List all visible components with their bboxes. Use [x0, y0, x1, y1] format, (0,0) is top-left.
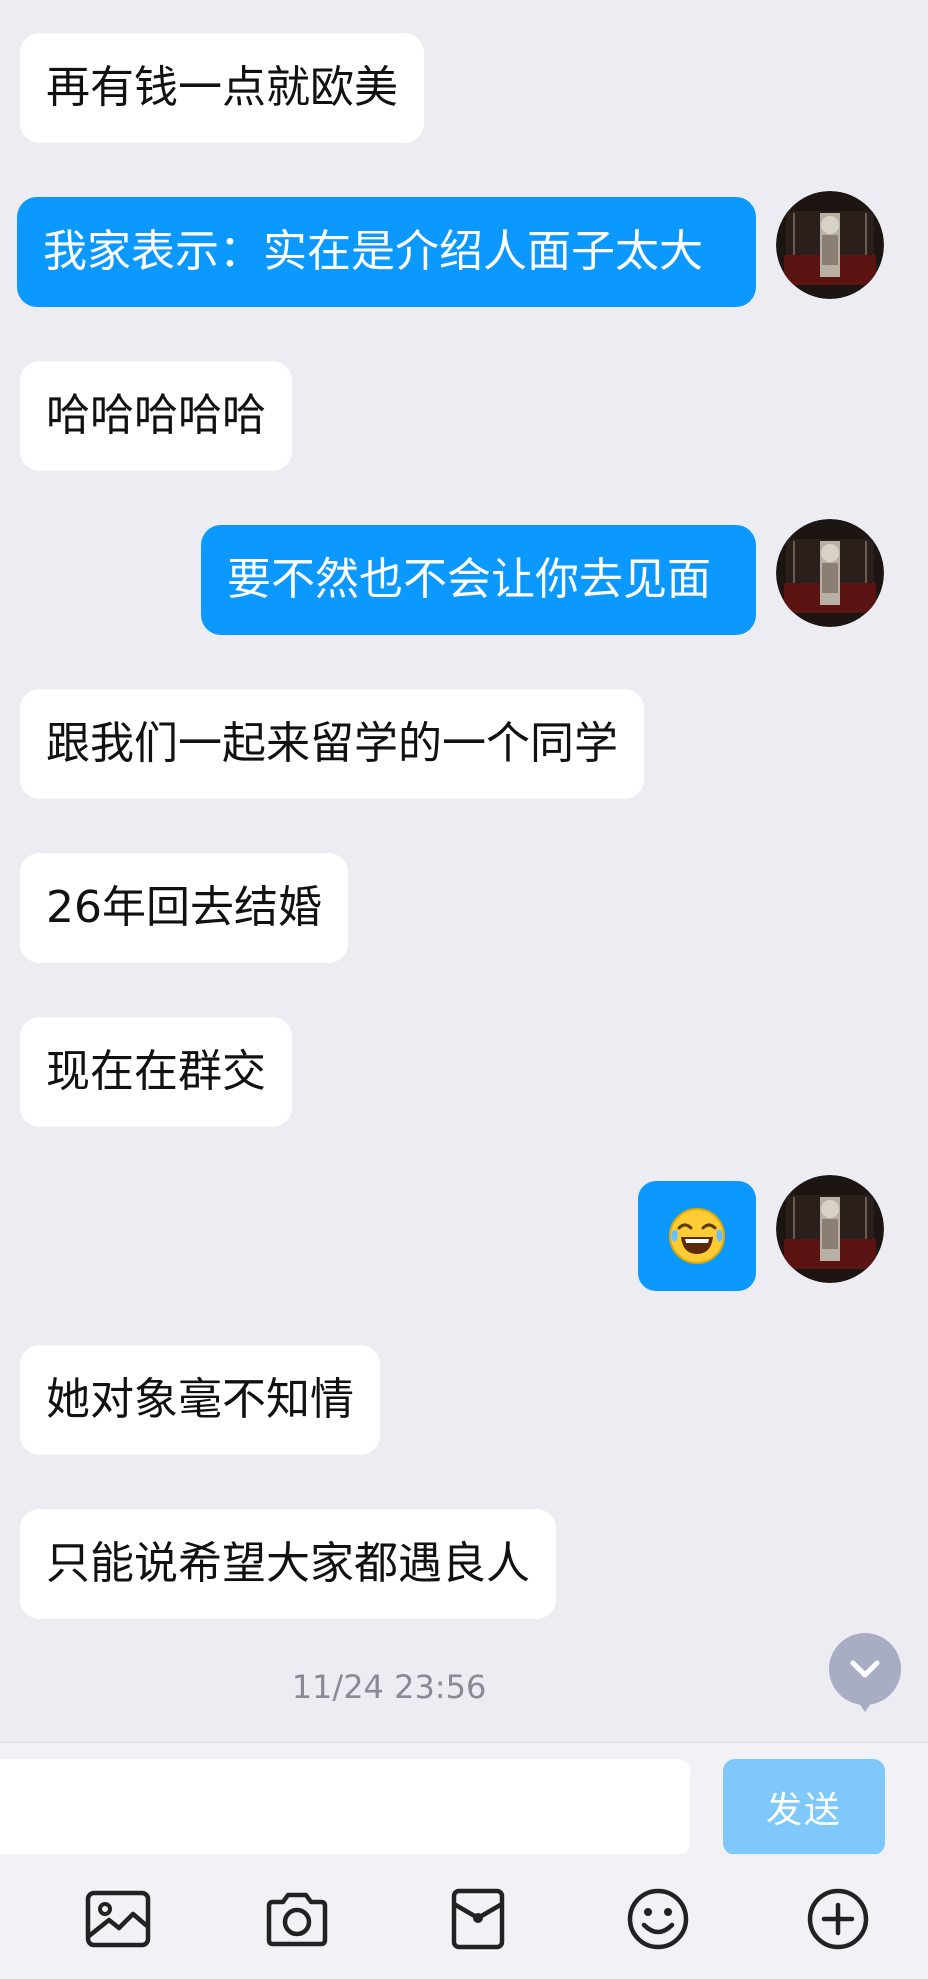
plus-icon [807, 1888, 869, 1950]
message-incoming: 再有钱一点就欧美 [20, 33, 424, 143]
image-icon [85, 1890, 151, 1948]
message-bubble[interactable]: 她对象毫不知情 [20, 1345, 380, 1455]
message-incoming: 跟我们一起来留学的一个同学 [20, 689, 644, 799]
message-bubble[interactable]: 跟我们一起来留学的一个同学 [20, 689, 644, 799]
message-timestamp: 11/24 23:56 [291, 1668, 487, 1706]
send-button[interactable]: 发送 [723, 1759, 885, 1855]
message-incoming: 现在在群交 [20, 1017, 292, 1127]
laughing-tears-emoji-icon [669, 1208, 725, 1264]
emoji-message-bubble[interactable] [638, 1181, 756, 1291]
composer-bar: 发送 [0, 1742, 928, 1855]
composer-toolbar [0, 1854, 928, 1979]
user-avatar[interactable] [776, 191, 884, 299]
message-bubble[interactable]: 哈哈哈哈哈 [20, 361, 292, 471]
message-outgoing: 要不然也不会让你去见面 [201, 525, 756, 635]
image-button[interactable] [83, 1884, 153, 1954]
message-incoming: 哈哈哈哈哈 [20, 361, 292, 471]
camera-icon [266, 1892, 328, 1947]
message-incoming: 她对象毫不知情 [20, 1345, 380, 1455]
message-outgoing: 我家表示：实在是介绍人面子太大 [17, 197, 756, 307]
message-incoming: 26年回去结婚 [20, 853, 348, 963]
message-bubble[interactable]: 我家表示：实在是介绍人面子太大 [17, 197, 756, 307]
chat-screen: 再有钱一点就欧美 我家表示：实在是介绍人面子太大 哈哈哈哈哈 要不然也不会让你去… [0, 0, 928, 1979]
chevron-down-icon [829, 1633, 901, 1712]
user-avatar[interactable] [776, 1175, 884, 1283]
emoji-icon [627, 1888, 689, 1950]
red-packet-button[interactable] [443, 1884, 513, 1954]
message-outgoing [638, 1181, 756, 1291]
message-bubble[interactable]: 要不然也不会让你去见面 [201, 525, 756, 635]
emoji-button[interactable] [623, 1884, 693, 1954]
scroll-to-bottom-button[interactable] [828, 1632, 902, 1712]
message-bubble[interactable]: 26年回去结婚 [20, 853, 348, 963]
user-avatar[interactable] [776, 519, 884, 627]
message-bubble[interactable]: 现在在群交 [20, 1017, 292, 1127]
message-bubble[interactable]: 只能说希望大家都遇良人 [20, 1509, 556, 1619]
message-incoming: 只能说希望大家都遇良人 [20, 1509, 556, 1619]
message-bubble[interactable]: 再有钱一点就欧美 [20, 33, 424, 143]
red-packet-icon [451, 1888, 505, 1950]
more-button[interactable] [803, 1884, 873, 1954]
message-input[interactable] [0, 1759, 690, 1855]
camera-button[interactable] [262, 1884, 332, 1954]
